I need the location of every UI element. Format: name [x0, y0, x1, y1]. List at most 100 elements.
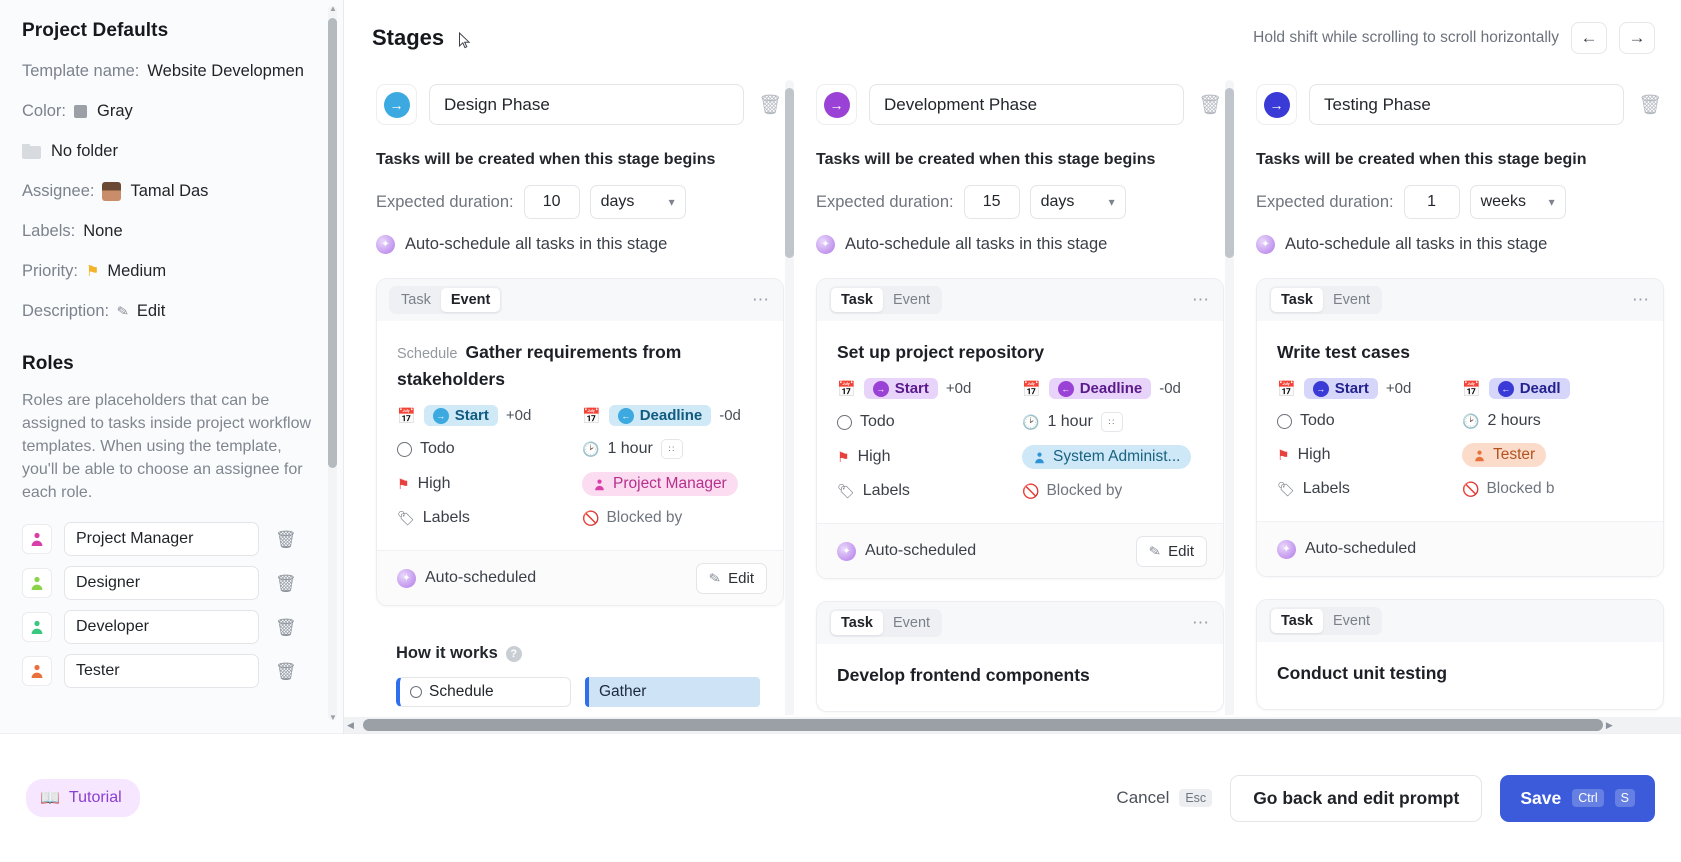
grid-icon[interactable]: ∷ — [1100, 412, 1123, 433]
scroll-down-icon[interactable]: ▼ — [329, 713, 337, 722]
more-options-icon[interactable]: ⋯ — [1192, 290, 1211, 310]
delete-stage-icon[interactable]: 🗑 — [756, 93, 784, 117]
scrollbar-thumb[interactable] — [328, 18, 337, 468]
field-priority[interactable]: Priority: ⚑ Medium — [22, 262, 321, 281]
edit-task-button[interactable]: ✎ Edit — [1136, 535, 1207, 567]
stage-icon-box[interactable]: → — [376, 84, 417, 125]
help-icon[interactable]: ? — [505, 645, 522, 662]
stage-scrollbar[interactable] — [785, 80, 794, 715]
field-description[interactable]: Description: ✎ Edit — [22, 302, 321, 321]
assignee-field[interactable]: Project Manager — [582, 472, 738, 497]
task-event-toggle[interactable]: Task Event — [829, 286, 943, 314]
status-field[interactable]: Todo — [397, 439, 582, 459]
duration-unit-select[interactable]: weeks ▾ — [1469, 185, 1566, 219]
task-event-toggle[interactable]: Task Event — [1269, 607, 1383, 636]
scroll-right-icon[interactable]: ▶ — [1603, 720, 1616, 731]
scroll-left-button[interactable]: ← — [1571, 22, 1607, 54]
duration-unit-select[interactable]: days ▾ — [589, 185, 686, 219]
tab-event[interactable]: Event — [883, 288, 940, 312]
more-options-icon[interactable]: ⋯ — [1192, 613, 1211, 633]
scroll-left-icon[interactable]: ◀ — [344, 720, 357, 731]
tab-event[interactable]: Event — [1323, 609, 1380, 633]
stages-scroll-area[interactable]: → 🗑 Tasks will be created when this stag… — [344, 66, 1681, 715]
labels-field[interactable]: 🏷 Labels — [837, 482, 1022, 500]
role-name-input[interactable] — [64, 654, 259, 689]
delete-role-icon[interactable]: 🗑 — [275, 663, 297, 680]
role-name-input[interactable] — [64, 610, 259, 645]
stage-scrollbar[interactable] — [1225, 80, 1234, 715]
stage-name-input[interactable] — [429, 84, 744, 125]
field-color[interactable]: Color: Gray — [22, 102, 321, 121]
stage-icon-box[interactable]: → — [1256, 84, 1297, 125]
cancel-button[interactable]: Cancel Esc — [1116, 788, 1213, 808]
auto-schedule-row[interactable]: ✦ Auto-schedule all tasks in this stage — [816, 235, 1224, 254]
auto-schedule-row[interactable]: ✦ Auto-schedule all tasks in this stage — [1256, 235, 1664, 254]
tab-event[interactable]: Event — [440, 288, 501, 312]
delete-stage-icon[interactable]: 🗑 — [1196, 93, 1224, 117]
save-button[interactable]: Save Ctrl S — [1500, 774, 1655, 822]
assignee-field[interactable]: Tester — [1462, 443, 1547, 468]
tab-event[interactable]: Event — [883, 611, 940, 635]
horizontal-scrollbar[interactable]: ◀ ▶ — [344, 717, 1681, 733]
blocked-field[interactable]: 🚫 Blocked by — [582, 509, 682, 527]
labels-field[interactable]: 🏷 Labels — [1277, 480, 1462, 498]
deadline-field[interactable]: 📅 ← Deadl — [1462, 378, 1570, 400]
priority-field[interactable]: ⚑ High — [397, 472, 582, 496]
start-field[interactable]: 📅 → Start +0d — [1277, 378, 1462, 400]
duration-value-input[interactable] — [523, 185, 580, 219]
start-field[interactable]: 📅 → Start +0d — [397, 405, 582, 427]
delete-role-icon[interactable]: 🗑 — [275, 575, 297, 592]
task-event-toggle[interactable]: Task Event — [389, 286, 503, 314]
duration-field[interactable]: 🕑 2 hours — [1462, 412, 1541, 430]
auto-schedule-row[interactable]: ✦ Auto-schedule all tasks in this stage — [376, 235, 784, 254]
duration-value-input[interactable] — [1403, 185, 1460, 219]
scrollbar-thumb[interactable] — [362, 719, 1603, 731]
go-back-edit-prompt-button[interactable]: Go back and edit prompt — [1230, 774, 1483, 822]
delete-stage-icon[interactable]: 🗑 — [1636, 93, 1664, 117]
duration-field[interactable]: 🕑 1 hour ∷ — [1022, 412, 1123, 433]
stage-icon-box[interactable]: → — [816, 84, 857, 125]
field-labels[interactable]: Labels: None — [22, 222, 321, 241]
priority-field[interactable]: ⚑ High — [1277, 443, 1462, 467]
status-field[interactable]: Todo — [1277, 412, 1462, 430]
delete-role-icon[interactable]: 🗑 — [275, 531, 297, 548]
tab-event[interactable]: Event — [1323, 288, 1380, 312]
sidebar-scrollbar[interactable]: ▲ ▼ — [328, 4, 337, 722]
scrollbar-thumb[interactable] — [1225, 88, 1234, 258]
start-field[interactable]: 📅 → Start +0d — [837, 378, 1022, 400]
field-assignee[interactable]: Assignee: Tamal Das — [22, 182, 321, 201]
stage-name-input[interactable] — [1309, 84, 1624, 125]
tab-task[interactable]: Task — [1271, 609, 1323, 634]
task-event-toggle[interactable]: Task Event — [829, 609, 943, 638]
labels-field[interactable]: 🏷 Labels — [397, 509, 582, 527]
more-options-icon[interactable]: ⋯ — [752, 290, 771, 310]
edit-task-button[interactable]: ✎ Edit — [696, 562, 767, 594]
priority-field[interactable]: ⚑ High — [837, 445, 1022, 469]
blocked-field[interactable]: 🚫 Blocked b — [1462, 480, 1555, 498]
role-name-input[interactable] — [64, 566, 259, 601]
tab-task[interactable]: Task — [1271, 288, 1323, 312]
tab-task[interactable]: Task — [391, 288, 441, 312]
duration-unit-select[interactable]: days ▾ — [1029, 185, 1126, 219]
grid-icon[interactable]: ∷ — [660, 439, 683, 460]
task-event-toggle[interactable]: Task Event — [1269, 286, 1383, 314]
tutorial-button[interactable]: 📖 Tutorial — [26, 779, 140, 817]
tab-task[interactable]: Task — [831, 288, 883, 312]
field-folder[interactable]: No folder — [22, 142, 321, 161]
deadline-field[interactable]: 📅 ← Deadline -0d — [582, 405, 741, 427]
role-name-input[interactable] — [64, 522, 259, 557]
scroll-right-button[interactable]: → — [1619, 22, 1655, 54]
scrollbar-thumb[interactable] — [785, 88, 794, 258]
scroll-up-icon[interactable]: ▲ — [329, 4, 337, 13]
deadline-field[interactable]: 📅 ← Deadline -0d — [1022, 378, 1181, 400]
duration-field[interactable]: 🕑 1 hour ∷ — [582, 439, 683, 460]
assignee-field[interactable]: System Administ... — [1022, 445, 1192, 470]
more-options-icon[interactable]: ⋯ — [1632, 290, 1651, 310]
delete-role-icon[interactable]: 🗑 — [275, 619, 297, 636]
duration-value-input[interactable] — [963, 185, 1020, 219]
stage-name-input[interactable] — [869, 84, 1184, 125]
tab-task[interactable]: Task — [831, 611, 883, 636]
blocked-field[interactable]: 🚫 Blocked by — [1022, 482, 1122, 500]
blocked-by: 🚫 Blocked by — [1022, 482, 1122, 500]
status-field[interactable]: Todo — [837, 412, 1022, 432]
